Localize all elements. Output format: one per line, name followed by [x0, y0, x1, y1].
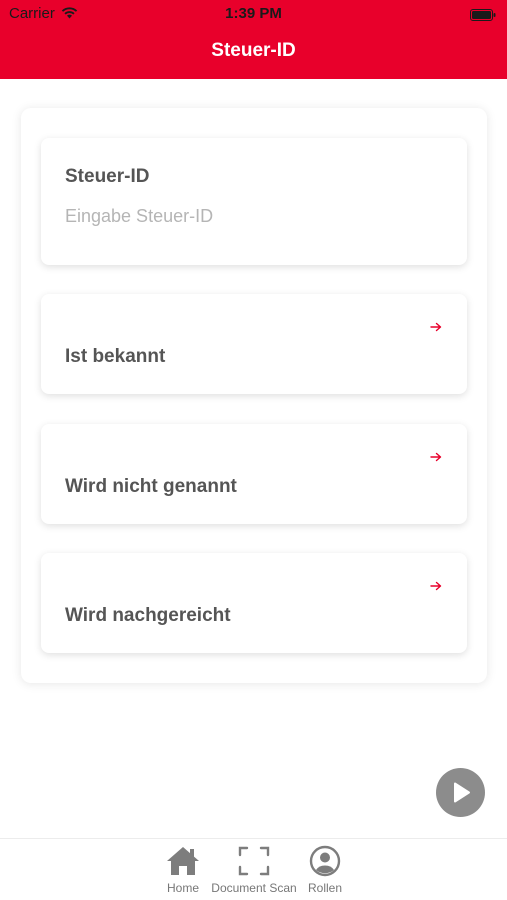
arrow-right-icon — [429, 579, 443, 591]
user-circle-icon — [302, 845, 348, 877]
arrow-right-icon — [429, 320, 443, 332]
tab-bar: Home Document Scan Rollen — [0, 838, 507, 900]
page-title: Steuer-ID — [211, 40, 296, 61]
steuer-id-input[interactable] — [65, 202, 435, 230]
arrow-right-icon — [429, 450, 443, 462]
play-button[interactable] — [436, 768, 485, 817]
tab-document-scan[interactable]: Document Scan — [205, 845, 303, 895]
option-label: Wird nachgereicht — [65, 605, 231, 626]
battery-icon — [470, 8, 496, 25]
option-label: Ist bekannt — [65, 346, 166, 367]
option-label: Wird nicht genannt — [65, 476, 237, 497]
tab-home[interactable]: Home — [160, 845, 206, 895]
home-icon — [160, 845, 206, 877]
tab-rollen-label: Rollen — [307, 881, 343, 895]
steuer-id-label: Steuer-ID — [65, 166, 150, 187]
status-time: 1:39 PM — [225, 5, 282, 22]
option-wird-nachgereicht[interactable]: Wird nachgereicht — [41, 553, 467, 653]
tab-document-scan-label: Document Scan — [211, 881, 297, 895]
steuer-id-card: Steuer-ID — [41, 138, 467, 265]
option-ist-bekannt[interactable]: Ist bekannt — [41, 294, 467, 394]
play-icon — [436, 782, 485, 821]
tab-home-label: Home — [166, 881, 199, 895]
status-bar: Carrier 1:39 PM — [0, 0, 507, 28]
option-wird-nicht-genannt[interactable]: Wird nicht genannt — [41, 424, 467, 524]
scan-icon — [205, 845, 303, 877]
tab-rollen[interactable]: Rollen — [302, 845, 348, 895]
app-header: Carrier 1:39 PM Steuer-ID — [0, 0, 507, 79]
